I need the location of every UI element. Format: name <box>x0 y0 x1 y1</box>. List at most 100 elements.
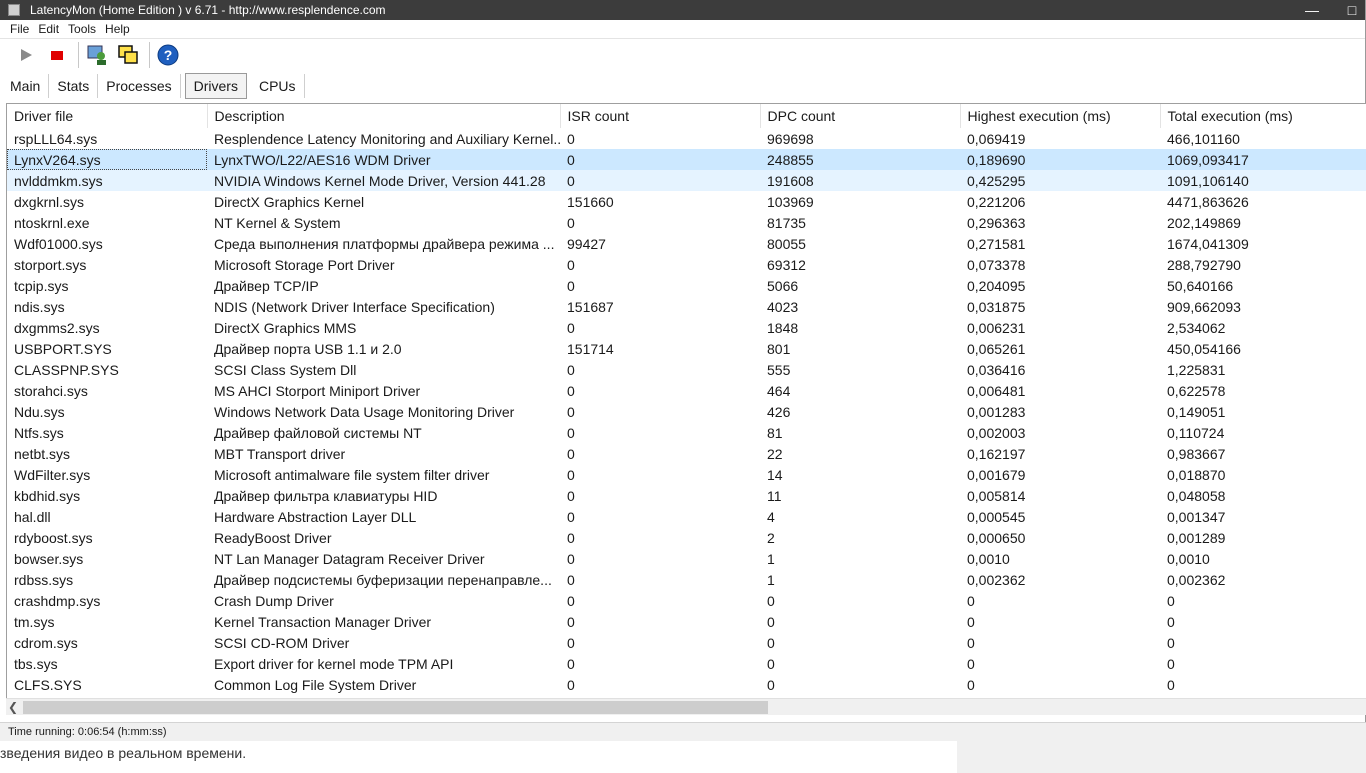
cell-dpc-count: 0 <box>767 676 775 693</box>
table-row[interactable]: bowser.sys NT Lan Manager Datagram Receiv… <box>7 548 1366 569</box>
tab-processes[interactable]: Processes <box>98 74 181 98</box>
cell-total-execution: 0,001289 <box>1167 529 1226 546</box>
table-row[interactable]: crashdmp.sys Crash Dump Driver 0 0 0 0 <box>7 590 1366 611</box>
toolbar-separator <box>78 42 79 68</box>
table-row[interactable]: nvlddmkm.sys NVIDIA Windows Kernel Mode D… <box>7 170 1366 191</box>
column-header-driver-file[interactable]: Driver file <box>7 104 208 128</box>
cell-highest-execution: 0,001679 <box>967 466 1026 483</box>
table-row[interactable]: storport.sys Microsoft Storage Port Drive… <box>7 254 1366 275</box>
cell-dpc-count: 22 <box>767 445 783 462</box>
help-icon: ? <box>157 44 179 66</box>
table-row[interactable]: tcpip.sys Драйвер TCP/IP 0 5066 0,204095 50,6… <box>7 275 1366 296</box>
cell-total-execution: 0 <box>1167 676 1175 693</box>
cell-total-execution: 288,792790 <box>1167 256 1241 273</box>
cell-total-execution: 1,225831 <box>1167 361 1226 378</box>
cell-highest-execution: 0,425295 <box>960 170 1160 191</box>
cell-dpc-count: 4023 <box>767 298 799 315</box>
menu-tools[interactable]: Tools <box>68 22 96 36</box>
column-header-isr-count[interactable]: ISR count <box>560 104 761 128</box>
tab-main[interactable]: Main <box>2 74 50 98</box>
cell-total-execution: 0,0010 <box>1167 550 1210 567</box>
cell-dpc-count: 81 <box>767 424 783 441</box>
cell-description: Export driver for kernel mode TPM API <box>214 655 454 672</box>
cell-highest-execution: 0,005814 <box>967 487 1026 504</box>
table-row[interactable]: CLASSPNP.SYS SCSI Class System Dll 0 555 0,0… <box>7 359 1366 380</box>
cell-dpc-count: 0 <box>767 613 775 630</box>
cell-dpc-count: 1 <box>767 571 775 588</box>
tab-cpus[interactable]: CPUs <box>251 74 305 98</box>
start-button[interactable] <box>12 41 40 69</box>
cell-highest-execution: 0,000545 <box>967 508 1026 525</box>
table-row[interactable]: rdbss.sys Драйвер подсистемы буферизации … <box>7 569 1366 590</box>
cell-isr-count: 0 <box>567 529 575 546</box>
cell-total-execution: 0,110724 <box>1167 424 1225 441</box>
windows-button[interactable] <box>114 41 142 69</box>
horizontal-scrollbar[interactable]: ❮ <box>6 698 1366 715</box>
column-header-highest-execution[interactable]: Highest execution (ms) <box>960 104 1161 128</box>
column-header-total-execution[interactable]: Total execution (ms) <box>1160 104 1366 128</box>
cell-description: ReadyBoost Driver <box>214 529 332 546</box>
table-row[interactable]: rdyboost.sys ReadyBoost Driver 0 2 0,000650 0… <box>7 527 1366 548</box>
table-row[interactable]: CLFS.SYS Common Log File System Driver 0 0 0… <box>7 674 1366 695</box>
column-header-description[interactable]: Description <box>207 104 561 128</box>
cell-isr-count: 0 <box>567 214 575 231</box>
column-header-dpc-count[interactable]: DPC count <box>760 104 961 128</box>
table-row[interactable]: kbdhid.sys Драйвер фильтра клавиатуры HID… <box>7 485 1366 506</box>
tab-stats[interactable]: Stats <box>49 74 99 98</box>
table-row[interactable]: ntoskrnl.exe NT Kernel & System 0 81735 0,29… <box>7 212 1366 233</box>
minimize-icon[interactable]: — <box>1294 0 1330 20</box>
cell-highest-execution: 0,0010 <box>967 550 1010 567</box>
table-row[interactable]: tbs.sys Export driver for kernel mode TPM… <box>7 653 1366 674</box>
table-row[interactable]: Ndu.sys Windows Network Data Usage Monito… <box>7 401 1366 422</box>
cell-description: DirectX Graphics MMS <box>214 319 357 336</box>
table-row[interactable]: dxgkrnl.sys DirectX Graphics Kernel 151660… <box>7 191 1366 212</box>
cell-driver-file: ntoskrnl.exe <box>14 214 90 231</box>
cell-description: Common Log File System Driver <box>214 676 417 693</box>
cell-dpc-count: 1 <box>767 550 775 567</box>
table-row[interactable]: cdrom.sys SCSI CD-ROM Driver 0 0 0 0 <box>7 632 1366 653</box>
network-button[interactable] <box>83 41 111 69</box>
cell-dpc-count: 0 <box>767 655 775 672</box>
toolbar-separator <box>149 42 150 68</box>
table-row[interactable]: Wdf01000.sys Среда выполнения платформы д… <box>7 233 1366 254</box>
tab-drivers[interactable]: Drivers <box>184 73 247 99</box>
cell-highest-execution: 0,073378 <box>967 256 1026 273</box>
cell-isr-count: 0 <box>567 571 575 588</box>
table-row[interactable]: netbt.sys MBT Transport driver 0 22 0,162197… <box>7 443 1366 464</box>
table-row[interactable]: tm.sys Kernel Transaction Manager Driver 0… <box>7 611 1366 632</box>
scrollbar-thumb[interactable] <box>23 701 768 714</box>
table-row[interactable]: dxgmms2.sys DirectX Graphics MMS 0 1848 0,00… <box>7 317 1366 338</box>
cell-description: Windows Network Data Usage Monitoring Dr… <box>214 403 515 420</box>
menu-edit[interactable]: Edit <box>38 22 59 36</box>
app-icon <box>8 4 20 16</box>
cell-total-execution: 0,983667 <box>1167 445 1226 462</box>
cell-driver-file: bowser.sys <box>14 550 84 567</box>
cell-description: Драйвер TCP/IP <box>214 277 319 294</box>
table-row[interactable]: Ntfs.sys Драйвер файловой системы NT 0 81 0,… <box>7 422 1366 443</box>
cell-highest-execution: 0 <box>967 676 975 693</box>
menu-help[interactable]: Help <box>105 22 130 36</box>
cell-driver-file: tbs.sys <box>14 655 58 672</box>
cell-isr-count: 0 <box>567 508 575 525</box>
help-button[interactable]: ? <box>154 41 182 69</box>
cell-description: Драйвер файловой системы NT <box>214 424 422 441</box>
stop-button[interactable] <box>43 41 71 69</box>
cell-driver-file: hal.dll <box>14 508 51 525</box>
drivers-table[interactable]: Driver file Description ISR count DPC co… <box>6 103 1366 715</box>
table-row[interactable]: rspLLL64.sys Resplendence Latency Monitor… <box>7 128 1366 149</box>
cell-dpc-count: 191608 <box>760 170 960 191</box>
table-row[interactable]: USBPORT.SYS Драйвер порта USB 1.1 и 2.0 15… <box>7 338 1366 359</box>
cell-driver-file: Ndu.sys <box>14 403 65 420</box>
scroll-left-icon[interactable]: ❮ <box>8 700 18 714</box>
table-row[interactable]: hal.dll Hardware Abstraction Layer DLL 0 4 0… <box>7 506 1366 527</box>
table-row[interactable]: storahci.sys MS AHCI Storport Miniport Dr… <box>7 380 1366 401</box>
app-window: LatencyMon (Home Edition ) v 6.71 - http… <box>0 0 1366 741</box>
cell-dpc-count: 80055 <box>767 235 806 252</box>
table-row[interactable]: ndis.sys NDIS (Network Driver Interface S… <box>7 296 1366 317</box>
cell-description: DirectX Graphics Kernel <box>214 193 365 210</box>
table-row[interactable]: LynxV264.sys LynxTWO/L22/AES16 WDM Driver… <box>7 149 1366 170</box>
maximize-icon[interactable]: □ <box>1334 0 1366 20</box>
table-row[interactable]: WdFilter.sys Microsoft antimalware file s… <box>7 464 1366 485</box>
menu-file[interactable]: File <box>10 22 29 36</box>
cell-description: NT Lan Manager Datagram Receiver Driver <box>214 550 485 567</box>
